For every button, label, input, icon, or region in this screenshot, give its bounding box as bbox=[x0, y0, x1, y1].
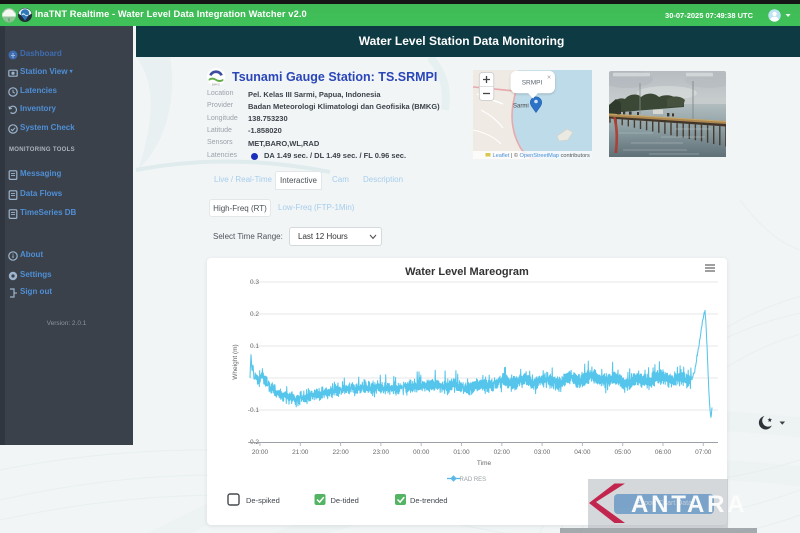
svg-text:06:00: 06:00 bbox=[655, 449, 672, 456]
svg-text:RAD RES: RAD RES bbox=[460, 477, 487, 483]
svg-text:20:00: 20:00 bbox=[252, 449, 269, 456]
svg-text:Leaflet | © OpenStreetMap cont: Leaflet | © OpenStreetMap contributors bbox=[493, 152, 591, 159]
svg-text:×: × bbox=[547, 75, 551, 82]
svg-text:0.1: 0.1 bbox=[250, 343, 259, 350]
svg-text:04:00: 04:00 bbox=[574, 449, 591, 456]
svg-text:22:00: 22:00 bbox=[332, 449, 349, 456]
svg-text:Water Level Mareogram: Water Level Mareogram bbox=[405, 266, 529, 278]
svg-text:07:00: 07:00 bbox=[695, 449, 712, 456]
svg-text:De-tided: De-tided bbox=[331, 496, 359, 505]
svg-text:SRMPI: SRMPI bbox=[522, 80, 543, 87]
svg-text:Time: Time bbox=[477, 460, 492, 467]
svg-text:BMKG: BMKG bbox=[212, 83, 220, 87]
svg-text:De-spiked: De-spiked bbox=[246, 496, 280, 505]
svg-text:ANTARA: ANTARA bbox=[631, 491, 747, 518]
svg-text:02:00: 02:00 bbox=[494, 449, 511, 456]
svg-text:00:00: 00:00 bbox=[413, 449, 430, 456]
svg-text:0.2: 0.2 bbox=[250, 311, 259, 318]
svg-text:Sarmi: Sarmi bbox=[513, 104, 529, 110]
svg-text:0.3: 0.3 bbox=[250, 279, 259, 286]
svg-text:23:00: 23:00 bbox=[373, 449, 390, 456]
svg-text:03:00: 03:00 bbox=[534, 449, 551, 456]
svg-text:De-trended: De-trended bbox=[410, 496, 448, 505]
svg-text:Wheight (m): Wheight (m) bbox=[232, 344, 239, 379]
svg-text:01:00: 01:00 bbox=[453, 449, 470, 456]
svg-text:21:00: 21:00 bbox=[292, 449, 309, 456]
svg-text:05:00: 05:00 bbox=[615, 449, 632, 456]
svg-text:-0.1: -0.1 bbox=[248, 407, 260, 414]
